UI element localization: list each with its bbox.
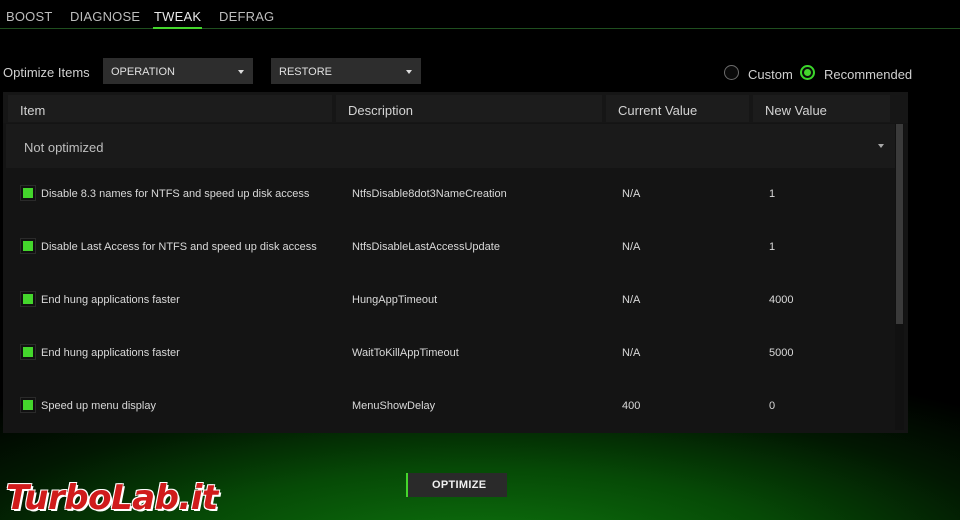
row-item: Speed up menu display	[41, 400, 156, 412]
column-header-description[interactable]: Description	[336, 95, 602, 122]
top-tab-bar: BOOST DIAGNOSE TWEAK DEFRAG	[0, 0, 960, 29]
table-row[interactable]: Speed up menu display MenuShowDelay 400 …	[6, 380, 898, 433]
chevron-down-icon	[238, 70, 244, 74]
checkbox-checked-icon[interactable]	[20, 397, 36, 413]
group-row-not-optimized[interactable]: Not optimized	[6, 124, 898, 168]
column-header-new-value[interactable]: New Value	[753, 95, 890, 122]
restore-dropdown-value: RESTORE	[279, 66, 332, 78]
table-row[interactable]: End hung applications faster WaitToKillA…	[6, 327, 898, 380]
row-item: Disable 8.3 names for NTFS and speed up …	[41, 188, 310, 200]
recommended-radio[interactable]: Recommended	[800, 65, 913, 83]
row-current-value: N/A	[622, 294, 641, 306]
row-current-value: N/A	[622, 188, 641, 200]
checkbox-checked-icon[interactable]	[20, 291, 36, 307]
chevron-down-icon	[406, 70, 412, 74]
watermark-text: TurboLab.it	[6, 478, 218, 518]
row-new-value: 4000	[769, 294, 794, 306]
row-new-value: 1	[769, 188, 776, 200]
checkbox-checked-icon[interactable]	[20, 344, 36, 360]
optimize-items-label: Optimize Items	[3, 65, 90, 80]
custom-radio[interactable]: Custom	[724, 65, 794, 83]
checkbox-checked-icon[interactable]	[20, 185, 36, 201]
restore-dropdown[interactable]: RESTORE	[271, 58, 421, 84]
column-header-item[interactable]: Item	[8, 95, 332, 122]
tab-defrag[interactable]: DEFRAG	[219, 9, 274, 24]
column-header-current-value[interactable]: Current Value	[606, 95, 749, 122]
operation-dropdown[interactable]: OPERATION	[103, 58, 253, 84]
tweak-table: Item Description Current Value New Value…	[3, 92, 908, 433]
row-description: NtfsDisable8dot3NameCreation	[352, 188, 507, 200]
row-description: HungAppTimeout	[352, 294, 438, 306]
row-item: Disable Last Access for NTFS and speed u…	[41, 241, 317, 253]
table-scrollbar-thumb[interactable]	[896, 124, 903, 324]
table-row[interactable]: Disable Last Access for NTFS and speed u…	[6, 221, 898, 274]
table-header: Item Description Current Value New Value	[3, 92, 908, 123]
turbolab-watermark: TurboLab.it	[6, 478, 218, 518]
row-new-value: 0	[769, 400, 776, 412]
tab-tweak[interactable]: TWEAK	[152, 9, 203, 29]
row-current-value: 400	[622, 400, 641, 412]
table-row[interactable]: End hung applications faster HungAppTime…	[6, 274, 898, 327]
chevron-down-icon	[878, 144, 884, 148]
row-item: End hung applications faster	[41, 294, 180, 306]
radio-on-icon	[800, 65, 815, 80]
radio-off-icon	[724, 65, 739, 80]
table-scrollbar[interactable]	[895, 124, 904, 430]
row-item: End hung applications faster	[41, 347, 180, 359]
row-new-value: 1	[769, 241, 776, 253]
tab-boost[interactable]: BOOST	[6, 9, 53, 24]
row-current-value: N/A	[622, 347, 641, 359]
row-new-value: 5000	[769, 347, 794, 359]
row-description: WaitToKillAppTimeout	[352, 347, 459, 359]
custom-radio-label: Custom	[748, 67, 793, 82]
operation-dropdown-value: OPERATION	[111, 66, 175, 78]
group-label: Not optimized	[24, 140, 104, 155]
row-description: MenuShowDelay	[352, 400, 436, 412]
recommended-radio-label: Recommended	[824, 67, 913, 82]
optimize-button[interactable]: OPTIMIZE	[406, 473, 507, 497]
optimize-button-label: OPTIMIZE	[432, 479, 487, 491]
tab-diagnose[interactable]: DIAGNOSE	[70, 9, 140, 24]
checkbox-checked-icon[interactable]	[20, 238, 36, 254]
row-current-value: N/A	[622, 241, 641, 253]
row-description: NtfsDisableLastAccessUpdate	[352, 241, 500, 253]
table-row[interactable]: Disable 8.3 names for NTFS and speed up …	[6, 168, 898, 221]
